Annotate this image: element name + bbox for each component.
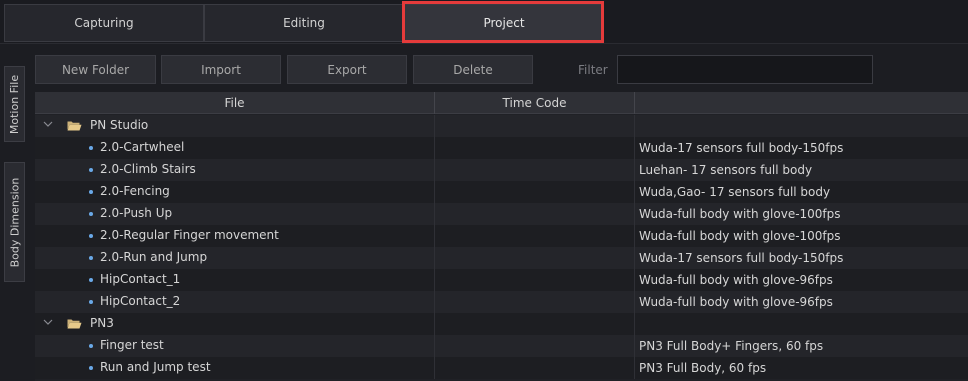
time-code-cell bbox=[435, 335, 635, 357]
column-header-notes[interactable] bbox=[635, 92, 968, 114]
file-row[interactable]: 2.0-Run and Jump Wuda-17 sensors full bod… bbox=[35, 247, 968, 269]
bullet-icon bbox=[89, 212, 93, 216]
notes-cell: Wuda-full body with glove-96fps bbox=[639, 295, 833, 309]
notes-cell: Wuda-17 sensors full body-150fps bbox=[639, 251, 844, 265]
file-name: 2.0-Run and Jump bbox=[100, 250, 208, 264]
bullet-icon bbox=[89, 366, 93, 370]
bullet-icon bbox=[89, 278, 93, 282]
side-tab-body-dimension[interactable]: Body Dimension bbox=[4, 162, 25, 282]
new-folder-button[interactable]: New Folder bbox=[35, 55, 156, 84]
file-cell: PN3 bbox=[35, 313, 435, 335]
file-cell: Run and Jump test bbox=[35, 357, 435, 379]
notes-cell bbox=[635, 313, 968, 335]
file-cell: 2.0-Cartwheel bbox=[35, 137, 435, 159]
time-code-cell bbox=[435, 247, 635, 269]
file-name: 2.0-Fencing bbox=[100, 184, 170, 198]
bullet-icon bbox=[89, 256, 93, 260]
folder-row[interactable]: PN Studio bbox=[35, 115, 968, 137]
tab-label: Editing bbox=[283, 16, 325, 30]
bullet-icon bbox=[89, 146, 93, 150]
notes-cell: Wuda-full body with glove-100fps bbox=[639, 229, 841, 243]
time-code-cell bbox=[435, 137, 635, 159]
delete-button[interactable]: Delete bbox=[413, 55, 533, 84]
project-toolbar: New Folder Import Export Delete Filter bbox=[30, 48, 968, 90]
side-tab-motion-file[interactable]: Motion File bbox=[4, 66, 25, 142]
notes-cell: Wuda-full body with glove-100fps bbox=[639, 207, 841, 221]
bullet-icon bbox=[89, 168, 93, 172]
file-cell: HipContact_2 bbox=[35, 291, 435, 313]
file-name: 2.0-Cartwheel bbox=[100, 140, 185, 154]
file-name: 2.0-Climb Stairs bbox=[100, 162, 196, 176]
tab-capturing[interactable]: Capturing bbox=[4, 4, 204, 42]
file-name: HipContact_1 bbox=[100, 272, 181, 286]
file-row[interactable]: 2.0-Push Up Wuda-full body with glove-100… bbox=[35, 203, 968, 225]
file-cell: PN Studio bbox=[35, 115, 435, 137]
notes-cell: PN3 Full Body+ Fingers, 60 fps bbox=[639, 339, 824, 353]
tab-project[interactable]: Project bbox=[404, 4, 604, 42]
file-row[interactable]: HipContact_2 Wuda-full body with glove-96… bbox=[35, 291, 968, 313]
side-tab-label: Motion File bbox=[8, 74, 22, 134]
file-cell: 2.0-Run and Jump bbox=[35, 247, 435, 269]
export-button[interactable]: Export bbox=[287, 55, 407, 84]
file-row[interactable]: 2.0-Regular Finger movement Wuda-full bod… bbox=[35, 225, 968, 247]
tab-label: Capturing bbox=[74, 16, 134, 30]
time-code-cell bbox=[435, 291, 635, 313]
notes-cell bbox=[635, 115, 968, 137]
column-header-file[interactable]: File bbox=[35, 92, 435, 114]
filter-label: Filter bbox=[578, 63, 608, 77]
main-tab-bar: Capturing Editing Project bbox=[0, 0, 968, 44]
file-cell: Finger test bbox=[35, 335, 435, 357]
file-cell: 2.0-Push Up bbox=[35, 203, 435, 225]
file-row[interactable]: 2.0-Cartwheel Wuda-17 sensors full body-1… bbox=[35, 137, 968, 159]
time-code-cell bbox=[435, 159, 635, 181]
side-tab-label: Body Dimension bbox=[8, 177, 21, 267]
notes-cell: Luehan- 17 sensors full body bbox=[639, 163, 813, 177]
import-button[interactable]: Import bbox=[161, 55, 281, 84]
folder-name: PN3 bbox=[90, 316, 114, 330]
file-row[interactable]: 2.0-Climb Stairs Luehan- 17 sensors full … bbox=[35, 159, 968, 181]
file-name: 2.0-Regular Finger movement bbox=[100, 228, 279, 242]
notes-cell: Wuda,Gao- 17 sensors full body bbox=[639, 185, 831, 199]
time-code-cell bbox=[435, 225, 635, 247]
file-cell: HipContact_1 bbox=[35, 269, 435, 291]
file-cell: 2.0-Climb Stairs bbox=[35, 159, 435, 181]
time-code-cell bbox=[435, 313, 635, 335]
chevron-down-icon[interactable] bbox=[43, 119, 53, 129]
file-name: Run and Jump test bbox=[100, 360, 211, 374]
notes-cell: Wuda-17 sensors full body-150fps bbox=[639, 141, 844, 155]
notes-cell: Wuda-full body with glove-96fps bbox=[639, 273, 833, 287]
time-code-cell bbox=[435, 269, 635, 291]
table-header: File Time Code bbox=[35, 92, 968, 114]
file-cell: 2.0-Regular Finger movement bbox=[35, 225, 435, 247]
bullet-icon bbox=[89, 300, 93, 304]
file-row[interactable]: Finger test PN3 Full Body+ Fingers, 60 fp… bbox=[35, 335, 968, 357]
bullet-icon bbox=[89, 234, 93, 238]
motion-file-table: File Time Code PN Studio 2.0-Cartwheel Wud… bbox=[35, 92, 968, 381]
table-body: PN Studio 2.0-Cartwheel Wuda-17 sensors fu… bbox=[35, 115, 968, 379]
bullet-icon bbox=[89, 344, 93, 348]
notes-cell: PN3 Full Body, 60 fps bbox=[639, 361, 767, 375]
bullet-icon bbox=[89, 190, 93, 194]
folder-name: PN Studio bbox=[90, 118, 149, 132]
time-code-cell bbox=[435, 115, 635, 137]
file-name: 2.0-Push Up bbox=[100, 206, 173, 220]
filter-input[interactable] bbox=[617, 55, 873, 84]
file-name: HipContact_2 bbox=[100, 294, 181, 308]
tab-editing[interactable]: Editing bbox=[204, 4, 404, 42]
file-cell: 2.0-Fencing bbox=[35, 181, 435, 203]
folder-open-icon bbox=[67, 120, 82, 131]
folder-open-icon bbox=[67, 318, 82, 329]
time-code-cell bbox=[435, 181, 635, 203]
file-row[interactable]: 2.0-Fencing Wuda,Gao- 17 sensors full bod… bbox=[35, 181, 968, 203]
chevron-down-icon[interactable] bbox=[43, 317, 53, 327]
tab-label: Project bbox=[483, 16, 525, 30]
time-code-cell bbox=[435, 203, 635, 225]
file-row[interactable]: Run and Jump test PN3 Full Body, 60 fps bbox=[35, 357, 968, 379]
file-name: Finger test bbox=[100, 338, 164, 352]
file-row[interactable]: HipContact_1 Wuda-full body with glove-96… bbox=[35, 269, 968, 291]
time-code-cell bbox=[435, 357, 635, 379]
folder-row[interactable]: PN3 bbox=[35, 313, 968, 335]
column-header-time-code[interactable]: Time Code bbox=[435, 92, 635, 114]
